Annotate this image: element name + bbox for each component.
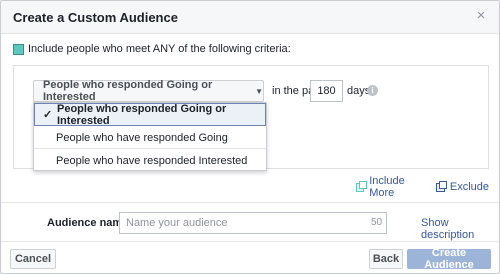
dialog-header: Create a Custom Audience ×	[1, 1, 499, 34]
section-divider	[1, 202, 499, 203]
criteria-text: Include people who meet ANY of the follo…	[28, 43, 291, 55]
dropdown-option-label: People who responded Going or Interested	[57, 102, 227, 127]
exclude-link[interactable]: Exclude	[435, 180, 489, 193]
include-more-label: Include More	[369, 175, 405, 199]
dropdown-option-label: People who have responded Interested	[56, 154, 248, 167]
create-audience-dialog: Create a Custom Audience × Include peopl…	[0, 0, 500, 274]
caret-down-icon: ▼	[255, 86, 263, 96]
include-more-icon	[356, 180, 368, 192]
show-description-link[interactable]: Show description	[421, 217, 499, 241]
cancel-button[interactable]: Cancel	[10, 249, 56, 269]
include-more-link[interactable]: Include More	[356, 175, 426, 199]
footer-divider	[1, 241, 499, 242]
back-button[interactable]: Back	[369, 249, 403, 269]
audience-name-label: Audience name	[47, 217, 129, 229]
audience-type-select[interactable]: People who responded Going or Interested…	[33, 79, 264, 103]
audience-type-dropdown: ✓ People who responded Going or Interest…	[33, 102, 267, 171]
check-icon: ✓	[43, 109, 53, 121]
dropdown-option-going-or-interested[interactable]: ✓ People who responded Going or Interest…	[34, 102, 266, 127]
criteria-marker-icon	[13, 43, 24, 55]
close-icon[interactable]: ×	[473, 8, 489, 24]
char-limit-counter: 50	[371, 217, 383, 228]
audience-type-select-label: People who responded Going or Interested	[43, 79, 213, 103]
days-input[interactable]	[310, 80, 343, 102]
criteria-row: Include people who meet ANY of the follo…	[13, 43, 291, 55]
exclude-icon	[435, 180, 447, 192]
dropdown-option-going[interactable]: People who have responded Going	[34, 126, 266, 149]
info-icon[interactable]: i	[367, 85, 378, 96]
create-audience-button[interactable]: Create Audience	[407, 247, 491, 271]
exclude-label: Exclude	[449, 181, 489, 193]
dropdown-option-label: People who have responded Going	[56, 131, 228, 144]
dropdown-option-interested[interactable]: People who have responded Interested	[34, 149, 266, 172]
audience-name-input[interactable]	[119, 212, 387, 234]
dialog-title: Create a Custom Audience	[13, 10, 178, 25]
rule-actions: Include More Exclude	[356, 175, 499, 199]
